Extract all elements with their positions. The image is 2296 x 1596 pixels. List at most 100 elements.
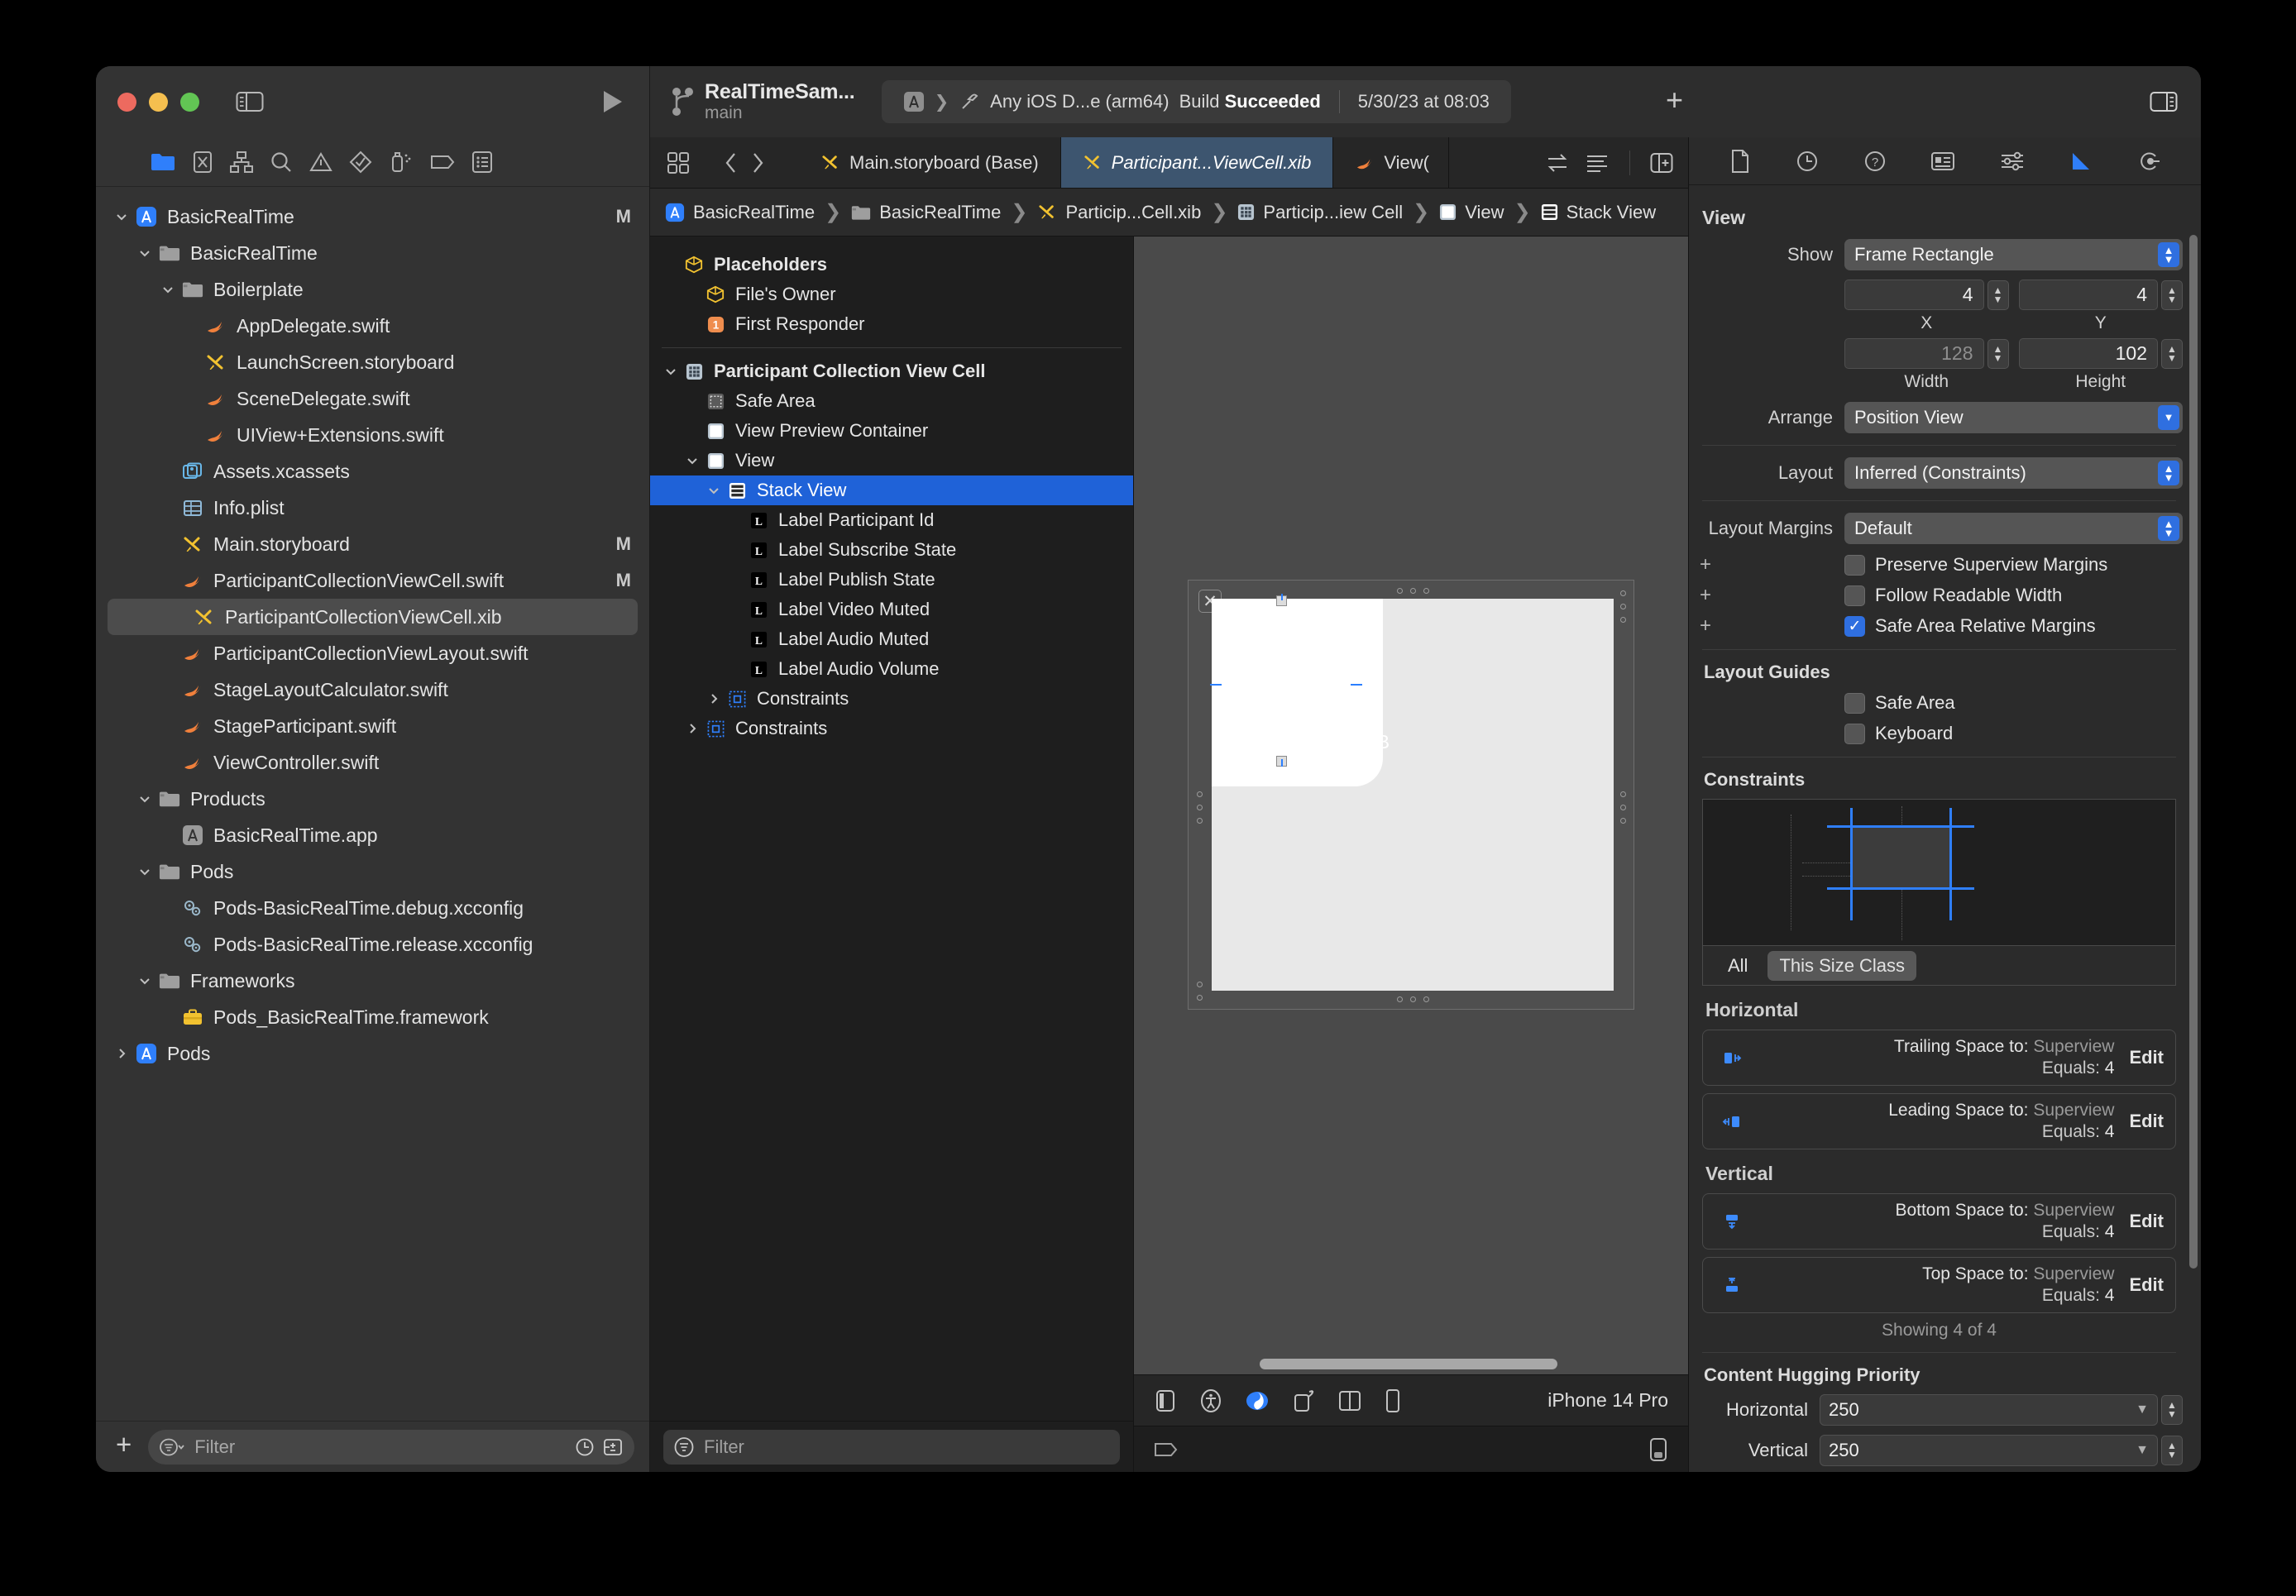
- navigator-item[interactable]: StageParticipant.swift: [96, 708, 649, 744]
- hierarchy-icon[interactable]: [230, 151, 253, 174]
- layout-select[interactable]: Inferred (Constraints) ▲ ▼: [1844, 457, 2183, 489]
- breadcrumb-item[interactable]: BasicRealTime: [851, 202, 1001, 223]
- inspector-scrollbar[interactable]: [2189, 235, 2198, 1459]
- canvas-horizontal-scrollbar[interactable]: [1134, 1353, 1688, 1374]
- connections-icon[interactable]: [2137, 150, 2160, 173]
- close-button[interactable]: [117, 92, 136, 112]
- breadcrumb-item[interactable]: Particip...Cell.xib: [1037, 202, 1201, 223]
- navigator-item[interactable]: AppDelegate.swift: [96, 308, 649, 344]
- size-class-this-button[interactable]: This Size Class: [1767, 950, 1917, 981]
- navigator-item[interactable]: BasicRealTime M: [96, 198, 649, 235]
- disclosure-triangle[interactable]: [660, 365, 682, 378]
- height-stepper[interactable]: ▲ ▼: [2161, 338, 2183, 369]
- outline-item[interactable]: View Preview Container: [650, 416, 1133, 446]
- scrollbar-thumb[interactable]: [2189, 235, 2198, 1269]
- device-icon[interactable]: [1384, 1388, 1402, 1413]
- hugging-horizontal-stepper[interactable]: ▲ ▼: [2161, 1395, 2183, 1425]
- maximize-button[interactable]: [180, 92, 199, 112]
- width-stepper[interactable]: ▲ ▼: [1987, 338, 2009, 369]
- height-input[interactable]: 102: [2018, 338, 2158, 369]
- disclosure-triangle[interactable]: [134, 792, 155, 805]
- outline-item[interactable]: Stack View: [650, 475, 1133, 505]
- add-file-button[interactable]: +: [111, 1429, 136, 1465]
- size-icon[interactable]: [2069, 151, 2093, 172]
- y-input[interactable]: 4: [2018, 280, 2158, 310]
- navigator-item[interactable]: Pods-BasicRealTime.release.xcconfig: [96, 926, 649, 963]
- navigator-filter-input[interactable]: Filter: [148, 1429, 634, 1465]
- run-button[interactable]: [601, 89, 624, 114]
- editor-tabs[interactable]: Main.storyboard (Base) Participant...View…: [799, 137, 1450, 188]
- scheme-selector[interactable]: RealTimeSam... main: [670, 80, 855, 124]
- add-variation-button[interactable]: +: [1696, 614, 1715, 638]
- x-input[interactable]: 4: [1844, 280, 1984, 310]
- file-icon[interactable]: [1729, 149, 1751, 174]
- hugging-vertical-input[interactable]: 250 ▼: [1820, 1435, 2158, 1466]
- navigator-item[interactable]: Pods-BasicRealTime.debug.xcconfig: [96, 890, 649, 926]
- outline-filter-input[interactable]: Filter: [663, 1429, 1120, 1465]
- y-stepper[interactable]: ▲ ▼: [2161, 280, 2183, 310]
- breadcrumb-item[interactable]: View: [1439, 202, 1504, 223]
- navigator-item[interactable]: BasicRealTime: [96, 235, 649, 271]
- outline-item[interactable]: File's Owner: [650, 280, 1133, 309]
- checkbox[interactable]: [1844, 692, 1865, 714]
- outline-item[interactable]: Constraints: [650, 684, 1133, 714]
- disclosure-triangle[interactable]: [134, 246, 155, 260]
- related-items-icon[interactable]: [1545, 152, 1570, 174]
- source-control-icon[interactable]: [192, 151, 213, 174]
- test-icon[interactable]: [349, 151, 372, 174]
- navigator-item[interactable]: Main.storyboard M: [96, 526, 649, 562]
- disclosure-triangle[interactable]: [134, 974, 155, 987]
- outline-item[interactable]: 1 First Responder: [650, 309, 1133, 339]
- disclosure-triangle[interactable]: [682, 722, 703, 735]
- hugging-horizontal-input[interactable]: 250 ▼: [1820, 1394, 2158, 1426]
- checkbox[interactable]: [1844, 723, 1865, 744]
- device-label[interactable]: iPhone 14 Pro: [1547, 1389, 1668, 1412]
- sidebar-icon[interactable]: [1154, 1388, 1177, 1413]
- navigator-item[interactable]: SceneDelegate.swift: [96, 380, 649, 417]
- edit-constraint-button[interactable]: Edit: [2129, 1274, 2164, 1296]
- navigator-item[interactable]: Products: [96, 781, 649, 817]
- navigator-item[interactable]: Frameworks: [96, 963, 649, 999]
- constraint-row[interactable]: Top Space to: Superview Equals: 4 Edit: [1702, 1257, 2176, 1313]
- participant-cell-preview[interactable]: Participant ID Subscribing Published Video …: [1210, 594, 1390, 786]
- disclosure-triangle[interactable]: [703, 484, 725, 497]
- identity-icon[interactable]: [1930, 151, 1955, 172]
- disclosure-triangle[interactable]: [703, 692, 725, 705]
- scrollbar-thumb[interactable]: [1260, 1358, 1557, 1369]
- editor-tab[interactable]: Participant...ViewCell.xib: [1060, 137, 1334, 188]
- navigator-item[interactable]: LaunchScreen.storyboard: [96, 344, 649, 380]
- accessibility-icon[interactable]: [1198, 1388, 1223, 1413]
- chevron-down-icon[interactable]: ▼: [2136, 1443, 2149, 1458]
- outline-item[interactable]: L Label Participant Id: [650, 505, 1133, 535]
- build-status-pill[interactable]: ❯ Any iOS D...e (arm64) Build Succeeded …: [881, 80, 1511, 123]
- outline-item[interactable]: L Label Publish State: [650, 565, 1133, 595]
- appearance-icon[interactable]: [1245, 1388, 1270, 1413]
- editor-tab[interactable]: Main.storyboard (Base): [799, 137, 1061, 188]
- chevron-down-icon[interactable]: ▼: [2136, 1402, 2149, 1417]
- add-variation-button[interactable]: +: [1696, 584, 1715, 607]
- constraint-row[interactable]: Leading Space to: Superview Equals: 4 Edit: [1702, 1093, 2176, 1149]
- folder-icon[interactable]: [151, 151, 175, 173]
- outline-item[interactable]: Participant Collection View Cell: [650, 356, 1133, 386]
- project-navigator-tree[interactable]: BasicRealTime M BasicRealTime Boilerplate Ap…: [96, 187, 649, 1421]
- constraint-row[interactable]: Trailing Space to: Superview Equals: 4 Edi…: [1702, 1030, 2176, 1086]
- navigator-item[interactable]: StageLayoutCalculator.swift: [96, 671, 649, 708]
- back-icon[interactable]: [724, 151, 739, 174]
- minimap-icon[interactable]: [1585, 152, 1610, 174]
- checkbox[interactable]: [1844, 554, 1865, 576]
- disclosure-triangle[interactable]: [134, 865, 155, 878]
- arrange-select[interactable]: Position View ▼: [1844, 402, 2183, 433]
- disclosure-triangle[interactable]: [111, 210, 132, 223]
- add-variation-button[interactable]: +: [1696, 553, 1715, 576]
- navigator-item[interactable]: ParticipantCollectionViewCell.xib: [108, 599, 638, 635]
- document-outline-tree[interactable]: Placeholders File's Owner 1 First Responder…: [650, 237, 1133, 1421]
- forward-icon[interactable]: [750, 151, 765, 174]
- size-class-selector[interactable]: All This Size Class: [1702, 946, 2176, 986]
- add-editor-button[interactable]: +: [1666, 83, 1683, 121]
- stack-view-selection[interactable]: Participant ID Subscribing Published Video …: [1213, 600, 1390, 759]
- navigator-item[interactable]: Pods: [96, 1035, 649, 1072]
- outline-item[interactable]: L Label Subscribe State: [650, 535, 1133, 565]
- breadcrumb-item[interactable]: BasicRealTime: [665, 202, 815, 223]
- navigator-item[interactable]: Boilerplate: [96, 271, 649, 308]
- window-controls[interactable]: [117, 92, 199, 112]
